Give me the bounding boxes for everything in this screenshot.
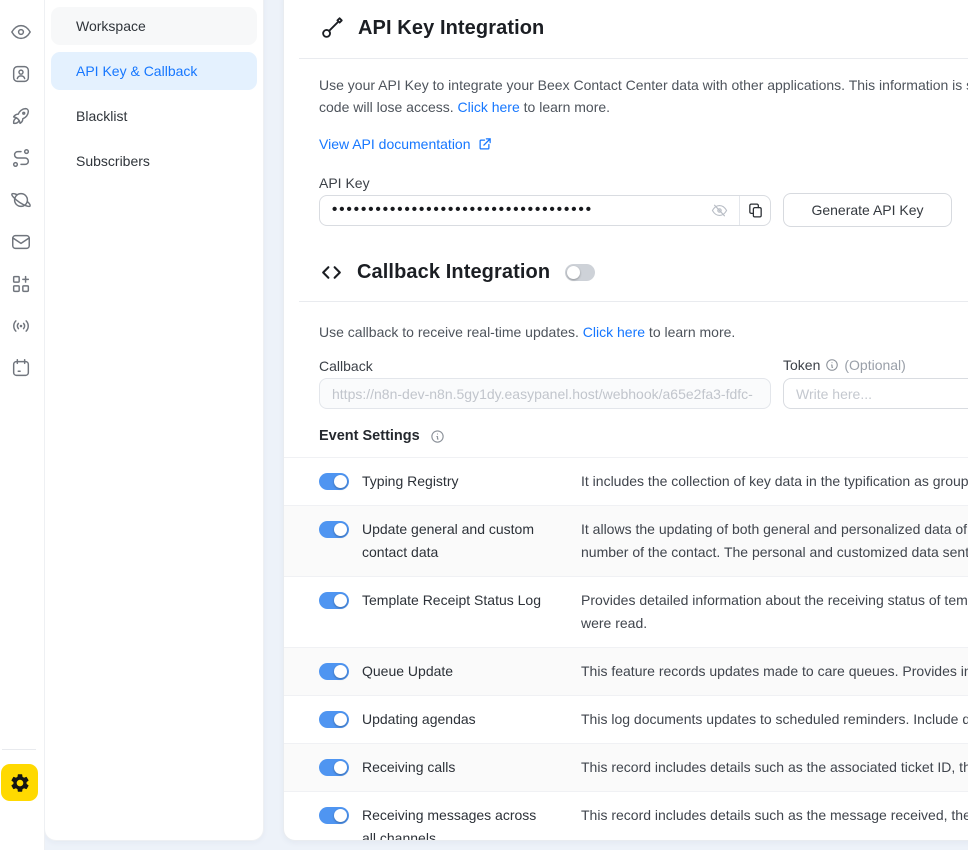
- sidebar-item-label: API Key & Callback: [76, 63, 197, 79]
- view-api-documentation-link[interactable]: View API documentation: [319, 136, 492, 152]
- settings-nav: Workspace API Key & Callback Blacklist S…: [44, 0, 264, 841]
- copy-icon[interactable]: [739, 196, 770, 225]
- event-description: It allows the updating of both general a…: [581, 518, 968, 564]
- code-icon: [319, 260, 344, 285]
- event-description: Provides detailed information about the …: [581, 589, 968, 635]
- event-toggle[interactable]: [319, 759, 349, 776]
- event-label: Update general and custom contact data: [362, 518, 552, 564]
- event-label: Receiving calls: [362, 756, 552, 779]
- toggle-knob: [334, 523, 347, 536]
- event-row: Typing Registry It includes the collecti…: [284, 457, 968, 505]
- contact-card-icon[interactable]: [9, 62, 33, 86]
- sidebar-item-blacklist[interactable]: Blacklist: [51, 97, 257, 135]
- token-field-label: Token (Optional): [783, 357, 906, 373]
- sidebar-item-label: Workspace: [76, 18, 146, 34]
- event-toggle[interactable]: [319, 592, 349, 609]
- event-row: Updating agendas This log documents upda…: [284, 695, 968, 743]
- callback-url-input[interactable]: https://n8n-dev-n8n.5gy1dy.easypanel.hos…: [319, 378, 771, 409]
- event-description: This record includes details such as the…: [581, 804, 968, 827]
- page-background: { "colors": { "accent_blue": "#1677ff", …: [0, 0, 968, 850]
- callback-description: Use callback to receive real-time update…: [319, 321, 735, 343]
- rocket-icon[interactable]: [9, 104, 33, 128]
- callback-integration-toggle[interactable]: [565, 264, 595, 281]
- event-settings-label: Event Settings: [319, 428, 420, 444]
- event-label: Template Receipt Status Log: [362, 589, 552, 612]
- settings-button[interactable]: [1, 764, 38, 801]
- eye-off-icon[interactable]: [711, 196, 739, 225]
- sidebar-item-label: Blacklist: [76, 108, 127, 124]
- rail-divider: [2, 749, 36, 750]
- planet-icon[interactable]: [9, 188, 33, 212]
- event-description: It includes the collection of key data i…: [581, 470, 968, 493]
- route-icon[interactable]: [9, 146, 33, 170]
- api-key-field-label: API Key: [319, 175, 370, 191]
- section-divider: [299, 301, 968, 302]
- settings-card: API Key Integration Use your API Key to …: [283, 0, 968, 841]
- token-input[interactable]: [783, 378, 968, 409]
- event-label: Updating agendas: [362, 708, 552, 731]
- broadcast-icon[interactable]: [9, 314, 33, 338]
- callback-field-label: Callback: [319, 358, 373, 374]
- doc-link-label: View API documentation: [319, 136, 471, 152]
- event-toggle[interactable]: [319, 711, 349, 728]
- event-label: Receiving messages across all channels: [362, 804, 552, 841]
- api-key-description-line2: code will lose access.: [319, 99, 458, 115]
- api-key-description-line2-end: to learn more.: [520, 99, 610, 115]
- sidebar-item-workspace[interactable]: Workspace: [51, 7, 257, 45]
- event-settings-table: Typing Registry It includes the collecti…: [284, 457, 968, 841]
- sidebar-item-label: Subscribers: [76, 153, 150, 169]
- event-row: Receiving calls This record includes det…: [284, 743, 968, 791]
- key-icon: [319, 15, 345, 41]
- calendar-icon[interactable]: [9, 356, 33, 380]
- generate-api-key-button[interactable]: Generate API Key: [783, 193, 952, 227]
- api-key-section-title: API Key Integration: [358, 17, 544, 40]
- external-link-icon: [477, 137, 492, 152]
- event-row: Template Receipt Status Log Provides det…: [284, 576, 968, 647]
- token-optional-text: (Optional): [844, 357, 905, 373]
- event-toggle[interactable]: [319, 473, 349, 490]
- api-key-masked-value: ••••••••••••••••••••••••••••••••••••: [332, 201, 593, 218]
- event-toggle[interactable]: [319, 807, 349, 824]
- toggle-knob: [334, 594, 347, 607]
- event-label: Queue Update: [362, 660, 552, 683]
- toggle-knob: [334, 761, 347, 774]
- icon-rail: [0, 0, 45, 850]
- settings-gear-icon: [9, 772, 31, 794]
- event-row: Update general and custom contact data I…: [284, 505, 968, 576]
- toggle-knob: [334, 475, 347, 488]
- event-settings-heading: Event Settings: [319, 428, 445, 444]
- event-settings-info-icon[interactable]: [430, 429, 445, 444]
- eye-icon[interactable]: [9, 20, 33, 44]
- api-key-input-group: ••••••••••••••••••••••••••••••••••••: [319, 195, 771, 226]
- toggle-knob: [334, 809, 347, 822]
- event-row: Receiving messages across all channels T…: [284, 791, 968, 841]
- sidebar-item-api-key-callback[interactable]: API Key & Callback: [51, 52, 257, 90]
- api-key-input[interactable]: ••••••••••••••••••••••••••••••••••••: [320, 196, 711, 225]
- token-info-icon[interactable]: [825, 358, 839, 372]
- api-key-description: Use your API Key to integrate your Beex …: [319, 74, 968, 118]
- callback-section-title: Callback Integration: [357, 261, 550, 284]
- sidebar-item-subscribers[interactable]: Subscribers: [51, 142, 257, 180]
- toggle-knob: [334, 713, 347, 726]
- event-description: This log documents updates to scheduled …: [581, 708, 968, 731]
- callback-learn-more-link[interactable]: Click here: [583, 324, 645, 340]
- mail-icon[interactable]: [9, 230, 33, 254]
- callback-description-text: Use callback to receive real-time update…: [319, 324, 583, 340]
- api-key-section-header: API Key Integration: [319, 15, 544, 41]
- event-description: This record includes details such as the…: [581, 756, 968, 779]
- callback-section-header: Callback Integration: [319, 260, 595, 285]
- event-toggle[interactable]: [319, 663, 349, 680]
- section-divider: [299, 58, 968, 59]
- token-label-text: Token: [783, 357, 820, 373]
- event-toggle[interactable]: [319, 521, 349, 538]
- callback-description-end: to learn more.: [645, 324, 735, 340]
- toggle-knob: [334, 665, 347, 678]
- event-row: Queue Update This feature records update…: [284, 647, 968, 695]
- toggle-knob: [567, 266, 580, 279]
- event-description: This feature records updates made to car…: [581, 660, 968, 683]
- api-key-description-line1: Use your API Key to integrate your Beex …: [319, 77, 968, 93]
- api-learn-more-link[interactable]: Click here: [458, 99, 520, 115]
- apps-add-icon[interactable]: [9, 272, 33, 296]
- event-label: Typing Registry: [362, 470, 552, 493]
